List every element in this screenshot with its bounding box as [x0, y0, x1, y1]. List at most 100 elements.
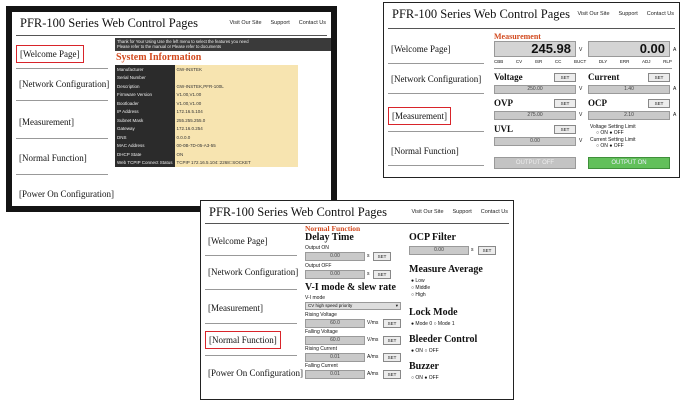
ocp-filter-set-button[interactable]: SET — [478, 246, 496, 255]
buzzer-radios[interactable]: ○ ON ● OFF — [411, 375, 439, 381]
info-row: DNS 0.0.0.0 — [115, 133, 298, 142]
current-set-field[interactable]: 1.40 — [588, 85, 670, 94]
voltage-limit-radios[interactable]: ○ ON ● OFF — [596, 130, 624, 136]
current-set-button[interactable]: SET — [648, 73, 670, 82]
nav-welcome-page[interactable]: [Welcome Page] — [16, 45, 84, 63]
welcome-page-screenshot: PFR-100 Series Web Control Pages Visit O… — [6, 6, 337, 212]
buzzer-heading: Buzzer — [409, 361, 439, 372]
falling-voltage-label: Falling Voltage — [305, 329, 338, 335]
voltage-set-button[interactable]: SET — [554, 73, 576, 82]
ocp-filter-field[interactable]: 0.00 — [409, 246, 469, 255]
average-option-high[interactable]: ○ High — [411, 292, 426, 298]
info-value: V1.00,V1.00 — [174, 90, 298, 99]
ocp-set-field[interactable]: 2.10 — [588, 111, 670, 120]
falling-voltage-field[interactable]: 60.0 — [305, 336, 365, 345]
falling-voltage-set-button[interactable]: SET — [383, 336, 401, 345]
contact-link[interactable]: Contact Us — [299, 20, 326, 26]
average-option-middle[interactable]: ○ Middle — [411, 285, 430, 291]
uvl-set-button[interactable]: SET — [554, 125, 576, 134]
support-link[interactable]: Support — [271, 20, 290, 26]
nav-power-on-configuration[interactable]: [Power On Configuration] — [388, 177, 489, 178]
visit-site-link[interactable]: Visit Our Site — [578, 11, 610, 17]
nav-normal-function[interactable]: [Normal Function] — [388, 143, 462, 159]
support-link[interactable]: Support — [619, 11, 638, 17]
ovp-set-field[interactable]: 275.00 — [494, 111, 576, 120]
slew-unit: V/ms — [367, 337, 379, 343]
rising-voltage-label: Rising Voltage — [305, 312, 337, 318]
voltage-set-unit: V — [579, 86, 583, 92]
support-link[interactable]: Support — [453, 209, 472, 215]
voltage-set-field[interactable]: 250.00 — [494, 85, 576, 94]
info-value: 255.255.255.0 — [174, 116, 298, 125]
nav-power-on-configuration[interactable]: [Power On Configuration] — [16, 186, 117, 202]
radio-on-icon: ● — [424, 375, 428, 381]
falling-current-field[interactable]: 0.01 — [305, 370, 365, 379]
info-row: DHCP State ON — [115, 150, 298, 159]
header-rule — [388, 28, 675, 29]
info-value: 0.0.0.0 — [174, 133, 298, 142]
radio-on-icon: ● — [411, 321, 415, 327]
delay-off-field[interactable]: 0.00 — [305, 270, 365, 279]
nav-measurement[interactable]: [Measurement] — [205, 300, 266, 316]
delay-on-set-button[interactable]: SET — [373, 252, 391, 261]
bleeder-radios[interactable]: ● ON ○ OFF — [411, 348, 439, 354]
output-off-button[interactable]: OUTPUT OFF — [494, 157, 576, 169]
nav-divider — [16, 68, 108, 69]
info-row: MAC Address 00-0B-7D-05-A3-55 — [115, 141, 298, 150]
average-option-low[interactable]: ● Low — [411, 278, 425, 284]
rising-current-field[interactable]: 0.01 — [305, 353, 365, 362]
ovp-set-button[interactable]: SET — [554, 99, 576, 108]
uvl-set-field[interactable]: 0.00 — [494, 137, 576, 146]
rising-voltage-set-button[interactable]: SET — [383, 319, 401, 328]
voltage-unit: V — [579, 47, 583, 53]
welcome-note: Thank for Your Using Use the left menu t… — [115, 38, 331, 51]
nav-network-configuration[interactable]: [Network Configuration] — [388, 71, 484, 87]
slew-unit: A/ms — [367, 371, 379, 377]
radio-on-icon: ● — [411, 278, 415, 284]
info-value — [174, 73, 298, 82]
nav-welcome-page[interactable]: [Welcome Page] — [205, 233, 271, 249]
delay-off-set-button[interactable]: SET — [373, 270, 391, 279]
status-flag: CV — [515, 59, 523, 64]
contact-link[interactable]: Contact Us — [481, 209, 508, 215]
falling-current-set-button[interactable]: SET — [383, 370, 401, 379]
nav-normal-function[interactable]: [Normal Function] — [16, 150, 90, 166]
ovp-unit: V — [579, 112, 583, 118]
current-set-unit: A — [673, 86, 677, 92]
visit-site-link[interactable]: Visit Our Site — [230, 20, 262, 26]
page-title: PFR-100 Series Web Control Pages — [392, 6, 570, 21]
contact-link[interactable]: Contact Us — [647, 11, 674, 17]
nav-power-on-configuration[interactable]: [Power On Configuration] — [205, 365, 306, 381]
ocp-set-button[interactable]: SET — [648, 99, 670, 108]
rising-voltage-field[interactable]: 60.0 — [305, 319, 365, 328]
current-readout: 0.00 — [588, 41, 670, 57]
rising-current-set-button[interactable]: SET — [383, 353, 401, 362]
current-limit-radios[interactable]: ○ ON ● OFF — [596, 143, 624, 149]
normal-function-screenshot: PFR-100 Series Web Control Pages Visit O… — [200, 200, 514, 400]
nav-measurement[interactable]: [Measurement] — [16, 114, 77, 130]
nav-divider — [205, 323, 297, 324]
nav-normal-function[interactable]: [Normal Function] — [205, 331, 281, 349]
measurement-screenshot: PFR-100 Series Web Control Pages Visit O… — [383, 2, 680, 178]
rising-current-label: Rising Current — [305, 346, 337, 352]
nav-network-configuration[interactable]: [Network Configuration] — [205, 264, 301, 280]
ocp-filter-heading: OCP Filter — [409, 232, 456, 243]
sidebar-nav: [Welcome Page] [Network Configuration] [… — [16, 38, 114, 206]
vi-mode-select[interactable]: CV high speed priority ▾ — [305, 302, 401, 310]
delay-on-field[interactable]: 0.00 — [305, 252, 365, 261]
bleeder-control-heading: Bleeder Control — [409, 334, 478, 345]
info-key: DHCP State — [115, 150, 175, 159]
measure-average-heading: Measure Average — [409, 264, 483, 275]
system-info-table: Manufacturer GW-INSTEK Serial Number Descri… — [115, 65, 298, 167]
lock-mode-radios[interactable]: ● Mode 0 ○ Mode 1 — [411, 321, 455, 327]
falling-current-label: Falling Current — [305, 363, 338, 369]
nav-divider — [388, 93, 484, 94]
nav-network-configuration[interactable]: [Network Configuration] — [16, 76, 112, 92]
nav-measurement[interactable]: [Measurement] — [388, 107, 451, 125]
visit-site-link[interactable]: Visit Our Site — [412, 209, 444, 215]
nav-divider — [16, 100, 108, 101]
info-row: Firmware Version V1.00,V1.00 — [115, 90, 298, 99]
nav-welcome-page[interactable]: [Welcome Page] — [388, 41, 454, 57]
output-on-button[interactable]: OUTPUT ON — [588, 157, 670, 169]
status-flag: ADJ — [642, 59, 651, 64]
